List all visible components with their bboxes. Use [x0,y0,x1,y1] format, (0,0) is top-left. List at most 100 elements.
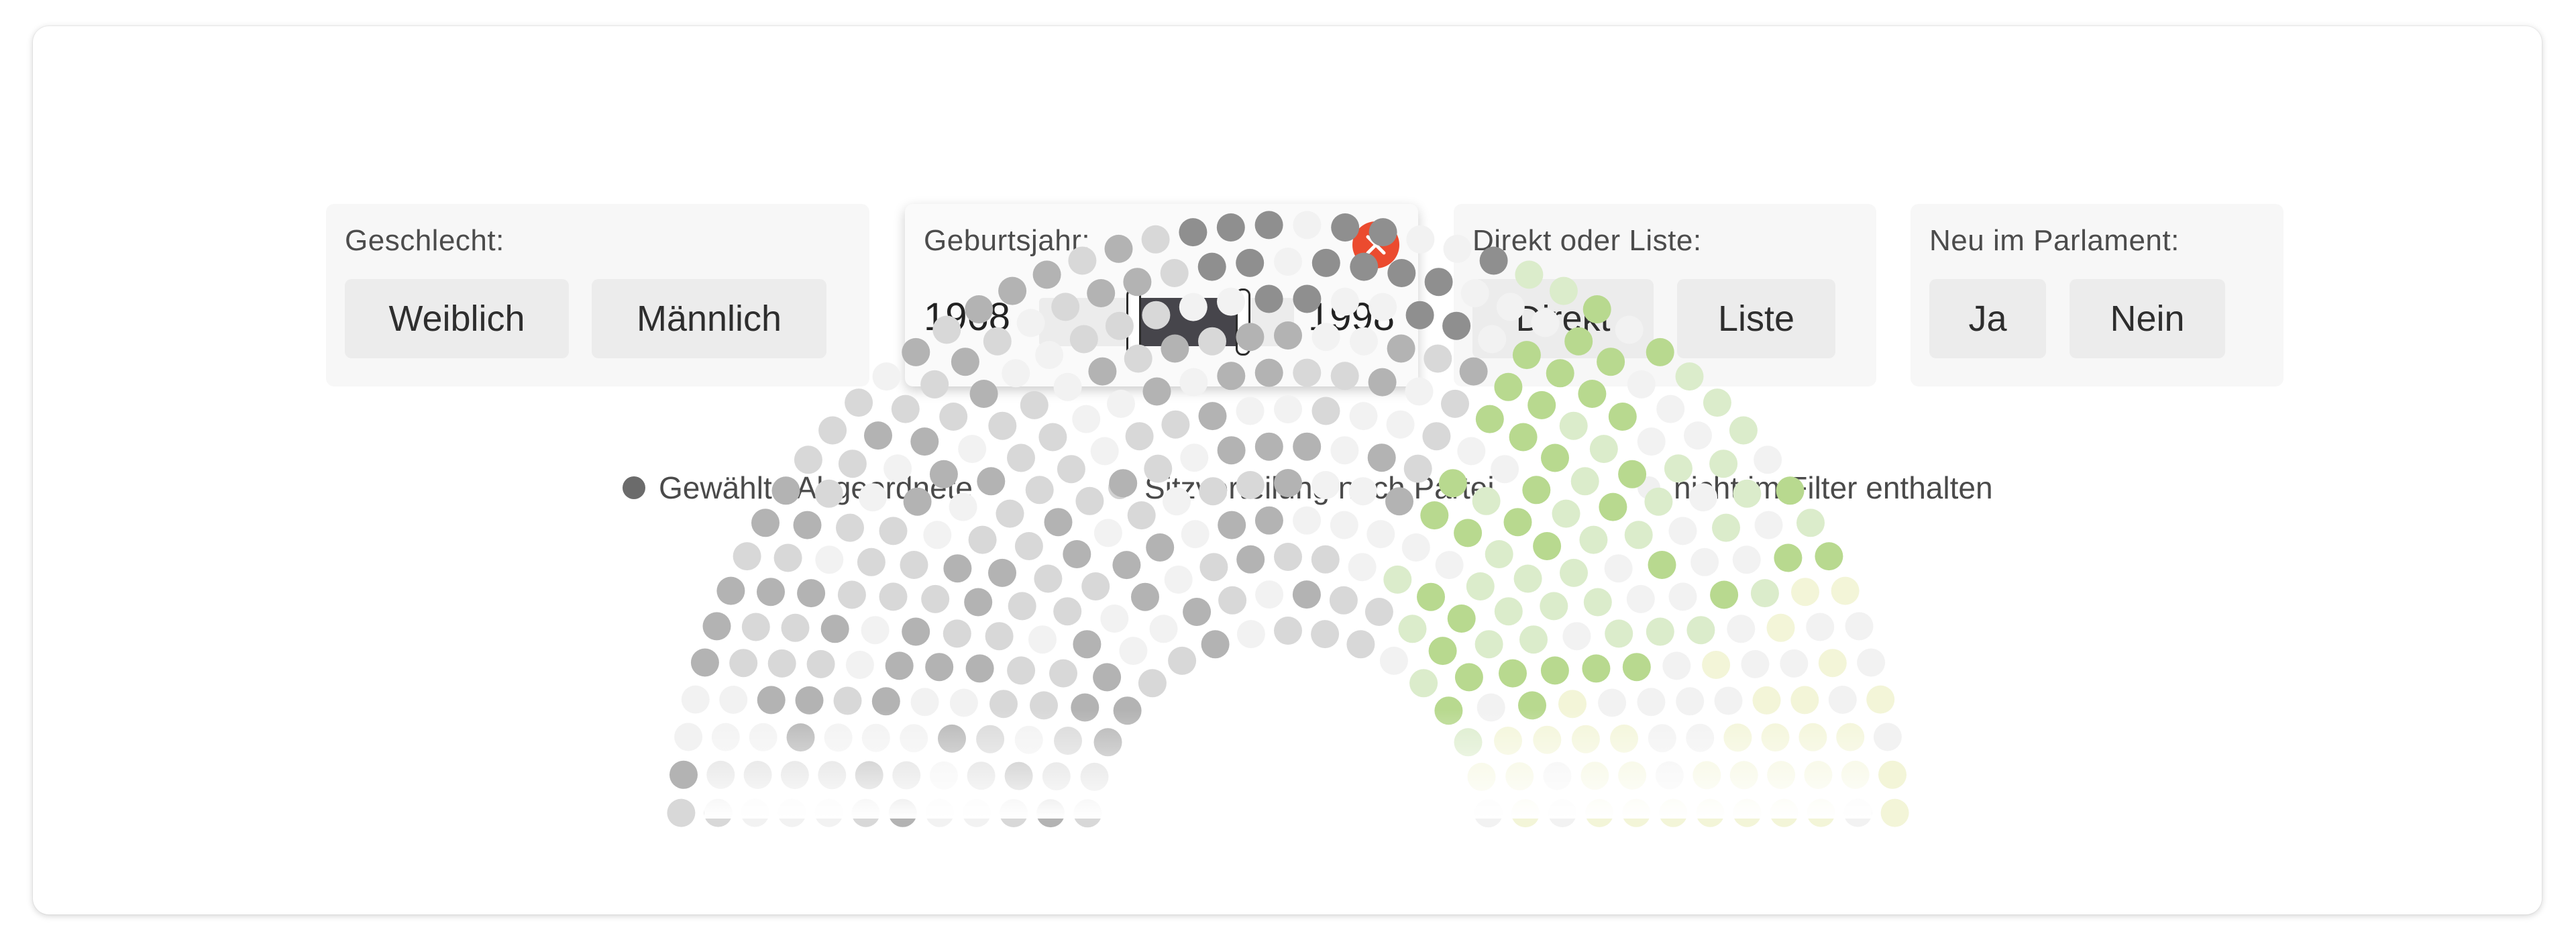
seat-dot [1690,547,1719,576]
seat-dot [977,467,1006,496]
seat-dot [965,295,994,323]
seat-dot [1559,411,1588,440]
seat-dot [859,483,887,512]
seat-dot [1564,327,1593,356]
seat-dot [1179,218,1208,247]
seat-dot [1274,248,1302,276]
seat-dot [1123,268,1152,297]
seat-dot [996,499,1024,528]
seat-dot [1615,315,1644,344]
seat-dot [1274,321,1302,350]
seat-dot [1533,532,1562,560]
seat-dot [1684,421,1712,450]
seat-dot [1348,477,1377,506]
seat-dot [983,327,1012,356]
seat-dot [1161,410,1190,439]
seat-dot [1880,798,1909,827]
seat-dot [1057,455,1085,484]
seat-dot [1254,506,1283,535]
seat-dot [1589,435,1618,464]
seat-dot [1002,359,1030,388]
seat-dot [1093,519,1122,547]
seat-dot [815,545,844,574]
seat-dot [1754,511,1783,539]
seat-dot [1311,323,1340,352]
seat-dot [857,547,885,576]
seat-dot [1494,372,1523,401]
seat-dot [1405,377,1434,406]
seat-dot [1668,517,1697,545]
seat-dot [1025,476,1054,505]
seat-dot [1330,511,1358,539]
seat-dot [1472,486,1501,515]
seat-dot [969,380,998,408]
seat-dot [1217,287,1245,316]
seat-dot [1350,252,1379,281]
seat-dot [902,337,930,366]
seat-dot [1435,551,1464,580]
seat-dot [793,511,822,539]
seat-dot [1180,443,1209,472]
seat-dot [1179,293,1208,321]
seat-dot [998,276,1027,305]
seat-dot [1387,259,1416,287]
seat-dot [1125,422,1154,451]
seat-dot [1675,362,1704,391]
seat-dot [988,411,1017,440]
seat-dot [1293,506,1322,535]
seat-dot [669,760,698,789]
seat-dot [1597,348,1625,376]
seat-dot [1703,388,1731,417]
seat-dot [1627,370,1656,399]
seat-dot [932,315,961,344]
seat-dot [667,798,696,827]
seat-dot [1197,252,1226,281]
seat-dot [1127,501,1156,530]
seat-dot [1350,327,1378,356]
seat-dot [1578,380,1607,408]
seat-dot [1331,287,1359,316]
seat-dot [1570,467,1599,496]
seat-dot [1330,362,1359,390]
seat-dot [1531,309,1560,337]
seat-dot [1217,436,1246,465]
seat-dot [1072,405,1101,433]
seat-dot [923,521,952,549]
seat-dot [1331,213,1360,242]
seat-dot [1664,454,1693,483]
seat-dot [814,479,843,508]
seat-dot [883,454,912,483]
seat-dot [920,370,949,399]
seat-dot [1479,246,1508,275]
seat-dot [794,445,822,474]
seat-dot [1496,293,1525,321]
seat-dot [1311,471,1340,499]
seat-dot [1069,325,1098,354]
seat-dot [1422,422,1451,451]
seat-dot [1254,284,1283,313]
seat-dot [1104,234,1133,263]
seat-dot [1776,476,1805,505]
seat-dot [1254,358,1283,387]
seat-dot [1020,390,1049,419]
seat-dot [1406,225,1435,254]
seat-dot [1366,520,1395,549]
seat-dot [968,525,997,554]
seat-dot [891,395,920,423]
seat-dot [1648,551,1676,579]
seat-dot [1368,218,1397,247]
seat-dot [1088,357,1117,386]
seat-dot [1216,213,1245,242]
seat-dot [903,487,932,516]
seat-dot [1236,248,1265,277]
seat-dot [910,427,939,456]
seat-dot [1142,377,1171,406]
seat-dot [1475,405,1504,433]
seat-dot [1491,455,1519,484]
seat-dot [1368,293,1397,321]
seat-dot [1709,450,1738,478]
seat-dot [1367,443,1396,472]
seat-dot [939,403,968,431]
seat-dot [1007,443,1035,472]
seat-dot [1624,521,1653,549]
